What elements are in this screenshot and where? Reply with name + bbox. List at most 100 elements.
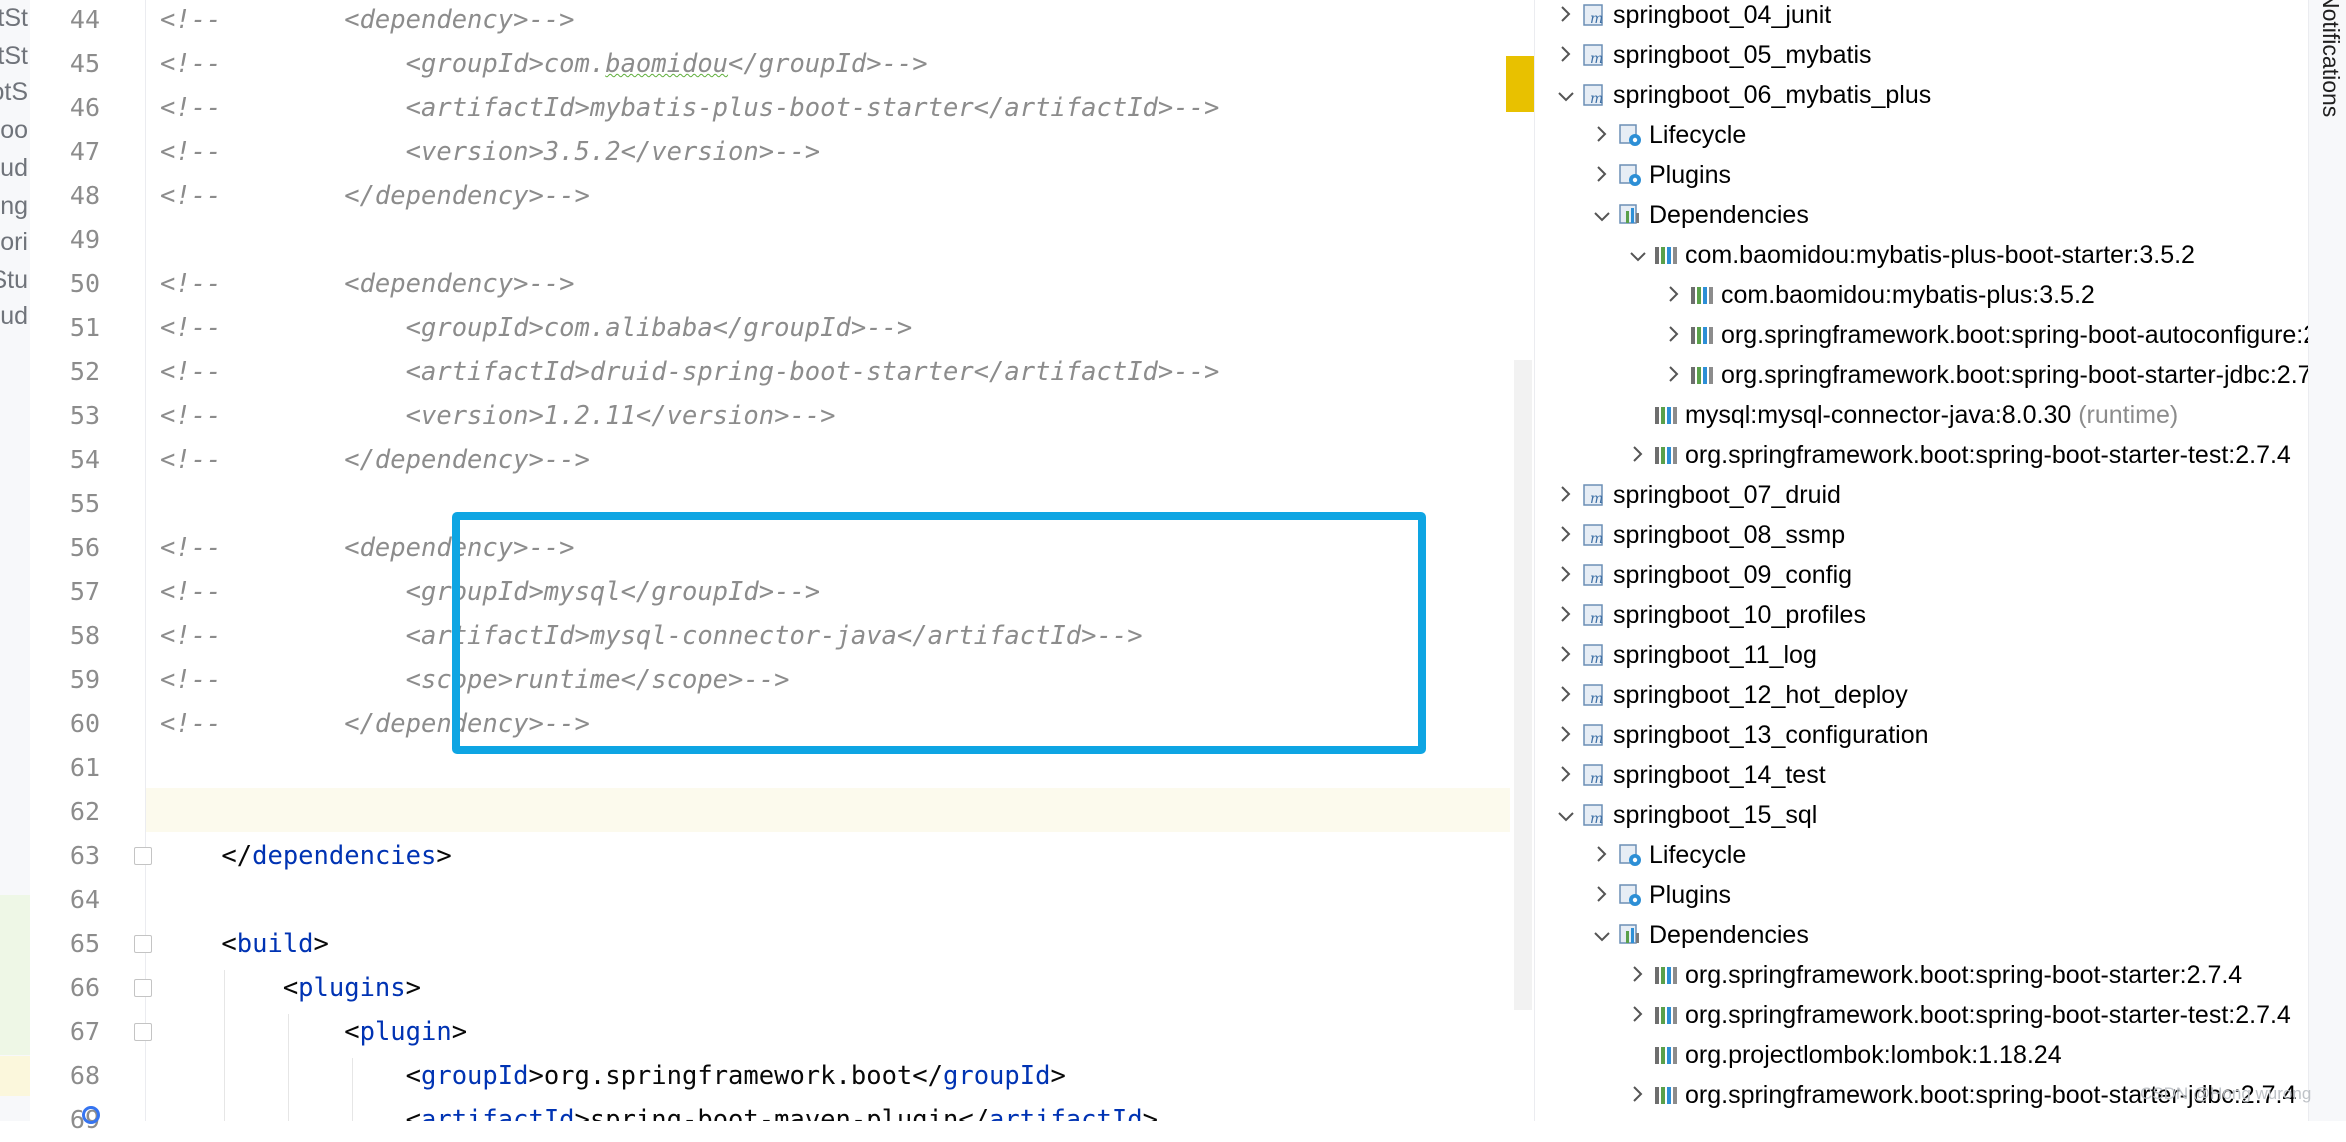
chevron-right-icon[interactable] — [1623, 1076, 1653, 1116]
chevron-right-icon[interactable] — [1587, 836, 1617, 876]
library-icon — [1689, 361, 1721, 389]
maven-tree-node[interactable]: m springboot_09_config — [1551, 555, 1852, 595]
chevron-right-icon[interactable] — [1623, 956, 1653, 996]
line-number[interactable]: 44 — [40, 0, 100, 42]
chevron-right-icon[interactable] — [1551, 756, 1581, 796]
maven-tree-node[interactable]: org.springframework.boot:spring-boot-sta… — [1623, 995, 2291, 1035]
notifications-tab[interactable]: Notifications — [2314, 0, 2344, 117]
maven-tree-node[interactable]: com.baomidou:mybatis-plus-boot-starter:3… — [1623, 235, 2195, 275]
maven-tree-node[interactable]: Plugins — [1587, 875, 1731, 915]
line-number[interactable]: 67 — [40, 1010, 100, 1054]
lifecycle-gear-icon — [1617, 121, 1649, 149]
chevron-right-icon[interactable] — [1551, 556, 1581, 596]
line-number[interactable]: 53 — [40, 394, 100, 438]
line-number[interactable]: 46 — [40, 86, 100, 130]
line-number[interactable]: 51 — [40, 306, 100, 350]
code-line: <!-- <version>3.5.2</version>--> — [160, 130, 820, 174]
chevron-right-icon[interactable] — [1623, 436, 1653, 476]
line-number[interactable]: 52 — [40, 350, 100, 394]
maven-tree-node[interactable]: org.springframework.boot:spring-boot-aut… — [1659, 315, 2309, 355]
project-tree-fragment[interactable]: ori — [0, 228, 28, 257]
chevron-right-icon[interactable] — [1623, 996, 1653, 1036]
maven-tree-node[interactable]: Lifecycle — [1587, 115, 1746, 155]
line-number[interactable]: 55 — [40, 482, 100, 526]
project-tree-fragment[interactable]: otS — [0, 78, 28, 107]
maven-tree-node[interactable]: m springboot_11_log — [1551, 635, 1817, 675]
line-number[interactable]: 49 — [40, 218, 100, 262]
maven-tree-node[interactable]: m springboot_14_test — [1551, 755, 1826, 795]
chevron-right-icon[interactable] — [1551, 716, 1581, 756]
project-tree-fragment[interactable]: ud — [0, 302, 28, 331]
line-number[interactable]: 50 — [40, 262, 100, 306]
code-editor[interactable]: <!-- <dependency>--> <!-- <groupId>com.ba… — [146, 0, 1510, 1121]
maven-tree-node[interactable]: Dependencies — [1587, 195, 1809, 235]
line-number[interactable]: 68 — [40, 1054, 100, 1098]
code-line: </dependencies> — [160, 834, 451, 878]
chevron-down-icon[interactable] — [1623, 236, 1653, 276]
maven-tree-node[interactable]: Plugins — [1587, 155, 1731, 195]
chevron-down-icon[interactable] — [1587, 916, 1617, 956]
maven-tree-node[interactable]: m springboot_04_junit — [1551, 0, 1831, 35]
chevron-down-icon[interactable] — [1551, 76, 1581, 116]
maven-tree-node[interactable]: com.baomidou:mybatis-plus:3.5.2 — [1659, 275, 2095, 315]
project-tree-fragment[interactable]: Stu — [0, 266, 28, 295]
maven-tree-node[interactable]: m springboot_15_sql — [1551, 795, 1817, 835]
caret-line-highlight — [146, 788, 1510, 832]
maven-tree-node[interactable]: m springboot_07_druid — [1551, 475, 1841, 515]
maven-tree-node[interactable]: org.springframework.boot:spring-boot-sta… — [1659, 355, 2309, 395]
line-number[interactable]: 45 — [40, 42, 100, 86]
chevron-right-icon[interactable] — [1659, 276, 1689, 316]
line-number[interactable]: 61 — [40, 746, 100, 790]
project-tree-fragment[interactable]: ng — [0, 192, 28, 221]
line-number[interactable]: 59 — [40, 658, 100, 702]
warning-stripe-marker[interactable] — [1506, 56, 1534, 112]
chevron-right-icon[interactable] — [1587, 116, 1617, 156]
chevron-right-icon[interactable] — [1551, 476, 1581, 516]
maven-tree-node[interactable]: org.projectlombok:lombok:1.18.24 — [1623, 1035, 2062, 1075]
line-number[interactable]: 58 — [40, 614, 100, 658]
maven-tree-node[interactable]: m springboot_10_profiles — [1551, 595, 1866, 635]
code-token: < — [160, 1017, 360, 1047]
chevron-right-icon[interactable] — [1551, 596, 1581, 636]
line-number[interactable]: 64 — [40, 878, 100, 922]
right-tool-strip — [2308, 0, 2346, 1121]
maven-tree-node[interactable]: org.springframework.boot:spring-boot-sta… — [1623, 955, 2242, 995]
line-number[interactable]: 62 — [40, 790, 100, 834]
line-number[interactable]: 56 — [40, 526, 100, 570]
maven-tree-node[interactable]: mysql:mysql-connector-java:8.0.30 (runti… — [1623, 395, 2178, 435]
tree-node-label: Plugins — [1649, 161, 1731, 189]
run-gutter-icon[interactable] — [82, 1106, 100, 1124]
project-tree-fragment[interactable]: tSt — [0, 42, 28, 71]
line-number[interactable]: 65 — [40, 922, 100, 966]
line-number[interactable]: 60 — [40, 702, 100, 746]
project-tree-fragment[interactable]: tSt — [0, 4, 28, 33]
line-number[interactable]: 66 — [40, 966, 100, 1010]
project-tree-fragment[interactable]: oo — [0, 116, 28, 145]
chevron-right-icon[interactable] — [1551, 676, 1581, 716]
project-tree-fragment[interactable]: tud — [0, 154, 28, 183]
chevron-right-icon[interactable] — [1659, 316, 1689, 356]
chevron-right-icon[interactable] — [1587, 876, 1617, 916]
maven-tree-node[interactable]: org.springframework.boot:spring-boot-sta… — [1623, 435, 2291, 475]
line-number[interactable]: 48 — [40, 174, 100, 218]
chevron-right-icon[interactable] — [1551, 636, 1581, 676]
line-number[interactable]: 63 — [40, 834, 100, 878]
line-number[interactable]: 47 — [40, 130, 100, 174]
chevron-right-icon[interactable] — [1551, 0, 1581, 36]
chevron-right-icon[interactable] — [1551, 36, 1581, 76]
chevron-right-icon[interactable] — [1587, 156, 1617, 196]
line-number[interactable]: 54 — [40, 438, 100, 482]
line-number[interactable]: 57 — [40, 570, 100, 614]
maven-tree-node[interactable]: m springboot_13_configuration — [1551, 715, 1929, 755]
chevron-down-icon[interactable] — [1587, 196, 1617, 236]
chevron-right-icon[interactable] — [1659, 356, 1689, 396]
chevron-right-icon[interactable] — [1551, 516, 1581, 556]
maven-tree-node[interactable]: m springboot_05_mybatis — [1551, 35, 1872, 75]
editor-scrollbar[interactable] — [1514, 360, 1532, 1010]
maven-tree-node[interactable]: m springboot_12_hot_deploy — [1551, 675, 1908, 715]
maven-tree-node[interactable]: m springboot_06_mybatis_plus — [1551, 75, 1931, 115]
maven-tree-node[interactable]: m springboot_08_ssmp — [1551, 515, 1845, 555]
maven-tree-node[interactable]: Dependencies — [1587, 915, 1809, 955]
chevron-down-icon[interactable] — [1551, 796, 1581, 836]
maven-tree-node[interactable]: Lifecycle — [1587, 835, 1746, 875]
